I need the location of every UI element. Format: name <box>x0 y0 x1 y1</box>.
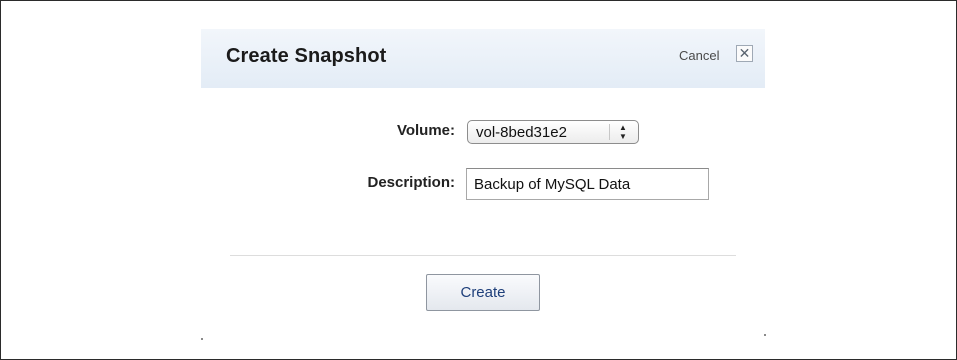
close-icon[interactable]: ✕ <box>736 45 753 62</box>
select-divider <box>609 124 610 140</box>
dialog-divider <box>230 255 736 256</box>
dialog-header: Create Snapshot Cancel ✕ <box>201 29 765 88</box>
volume-select[interactable]: vol-8bed31e2 ▲ ▼ <box>467 120 639 144</box>
create-button[interactable]: Create <box>426 274 540 311</box>
resize-corner-left <box>201 338 203 340</box>
chevron-up-down-icon: ▲ ▼ <box>619 123 627 141</box>
volume-select-value: vol-8bed31e2 <box>476 124 567 141</box>
description-input[interactable] <box>466 168 709 200</box>
dialog-title: Create Snapshot <box>226 45 387 67</box>
create-snapshot-dialog: Create Snapshot Cancel ✕ Volume: vol-8be… <box>200 29 766 339</box>
resize-corner-right <box>764 334 766 336</box>
description-label: Description: <box>367 174 455 191</box>
volume-label: Volume: <box>396 122 455 139</box>
cancel-link[interactable]: Cancel <box>679 48 719 63</box>
